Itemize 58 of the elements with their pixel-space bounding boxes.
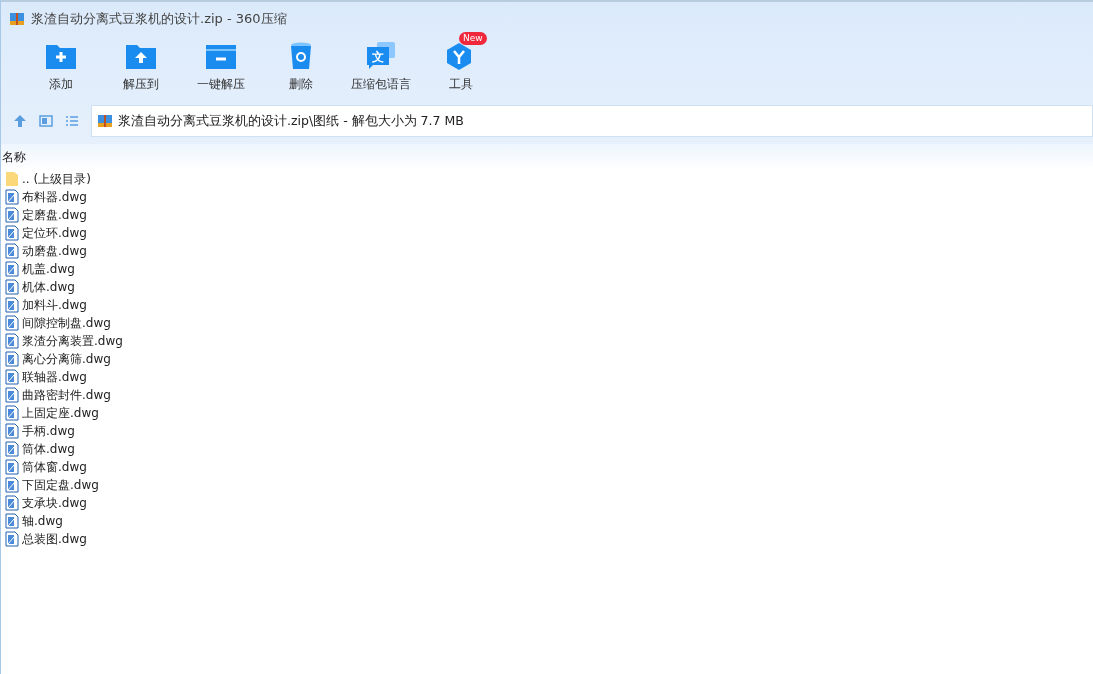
address-bar[interactable]: 浆渣自动分离式豆浆机的设计.zip\图纸 - 解包大小为 7.7 MB <box>91 105 1093 137</box>
list-view-icon[interactable] <box>65 114 79 128</box>
drawing-file-icon <box>5 207 19 223</box>
drawing-file-icon <box>5 351 19 367</box>
file-name[interactable]: 布料器.dwg <box>22 188 87 206</box>
archive-path: 浆渣自动分离式豆浆机的设计.zip\图纸 - 解包大小为 7.7 MB <box>118 112 464 130</box>
file-name[interactable]: 筒体窗.dwg <box>22 458 87 476</box>
toolbar-button[interactable]: 解压到 <box>101 36 181 106</box>
column-header[interactable]: 名称 <box>1 148 26 166</box>
file-name[interactable]: 定位环.dwg <box>22 224 87 242</box>
file-name[interactable]: 上固定座.dwg <box>22 404 99 422</box>
thumbnail-view-icon[interactable] <box>39 114 53 128</box>
archive-icon <box>9 11 25 27</box>
drawing-file-icon <box>5 315 19 331</box>
drawing-file-icon <box>5 405 19 421</box>
drawing-file-icon <box>5 189 19 205</box>
drawing-file-icon <box>5 279 19 295</box>
file-name[interactable]: .. (上级目录) <box>22 170 91 188</box>
drawing-file-icon <box>5 441 19 457</box>
file-name[interactable]: 加料斗.dwg <box>22 296 87 314</box>
drawing-file-icon <box>5 387 19 403</box>
file-name[interactable]: 曲路密封件.dwg <box>22 386 111 404</box>
drawing-file-icon <box>5 225 19 241</box>
file-name[interactable]: 手柄.dwg <box>22 422 75 440</box>
file-name[interactable]: 定磨盘.dwg <box>22 206 87 224</box>
up-arrow-icon[interactable] <box>13 114 27 128</box>
folder-icon <box>5 171 19 187</box>
drawing-file-icon <box>5 261 19 277</box>
drawing-file-icon <box>5 477 19 493</box>
file-name[interactable]: 筒体.dwg <box>22 440 75 458</box>
drawing-file-icon <box>5 423 19 439</box>
drawing-file-icon <box>5 495 19 511</box>
folder-plus-icon <box>45 42 77 70</box>
file-name[interactable]: 离心分离筛.dwg <box>22 350 111 368</box>
drawing-file-icon <box>5 531 19 547</box>
toolbar-button[interactable]: 添加 <box>21 36 101 106</box>
archive-icon <box>97 113 113 129</box>
file-name[interactable]: 轴.dwg <box>22 512 63 530</box>
toolbar-button[interactable]: 一键解压 <box>181 36 261 106</box>
file-name[interactable]: 机盖.dwg <box>22 260 75 278</box>
file-name[interactable]: 浆渣分离装置.dwg <box>22 332 123 350</box>
file-name[interactable]: 动磨盘.dwg <box>22 242 87 260</box>
drawing-file-icon <box>5 243 19 259</box>
new-badge: New <box>459 32 487 45</box>
file-name[interactable]: 支承块.dwg <box>22 494 87 512</box>
file-name[interactable]: 下固定盘.dwg <box>22 476 99 494</box>
drawing-file-icon <box>5 333 19 349</box>
window-title: 浆渣自动分离式豆浆机的设计.zip - 360压缩 <box>31 10 287 28</box>
file-name[interactable]: 总装图.dwg <box>22 530 87 548</box>
drawing-file-icon <box>5 369 19 385</box>
drawing-file-icon <box>5 459 19 475</box>
file-name[interactable]: 间隙控制盘.dwg <box>22 314 111 332</box>
folder-minus-icon <box>205 42 237 70</box>
folder-upload-icon <box>125 42 157 70</box>
drawing-file-icon <box>5 513 19 529</box>
file-name[interactable]: 机体.dwg <box>22 278 75 296</box>
drawing-file-icon <box>5 297 19 313</box>
file-name[interactable]: 联轴器.dwg <box>22 368 87 386</box>
